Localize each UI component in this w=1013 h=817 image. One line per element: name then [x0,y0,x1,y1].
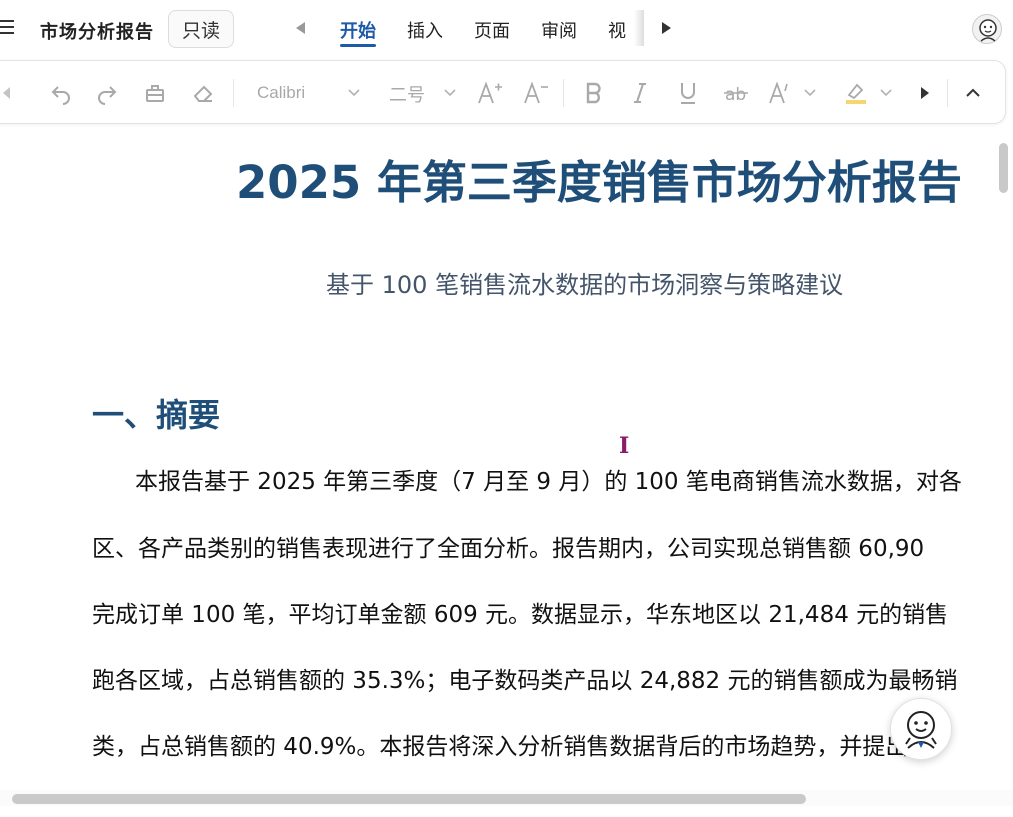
horizontal-scrollbar[interactable] [12,794,806,804]
ribbon-tabs: 开始 插入 页面 审阅 视 [340,0,642,58]
avatar[interactable] [972,14,1002,44]
italic-icon[interactable] [625,61,655,125]
tab-review[interactable]: 审阅 [541,0,577,58]
paragraph-line: 本报告基于 2025 年第三季度（7 月至 9 月）的 100 笔电商销售流水数… [135,469,962,495]
section-title-summary: 一、摘要 [92,396,221,434]
toolbar-scroll-left-icon[interactable] [0,61,15,125]
tabs-scroll-right-icon[interactable] [662,22,671,34]
font-name-chevron-down-icon[interactable] [347,61,361,125]
strikethrough-icon[interactable]: ab [721,61,751,125]
text-cursor-icon: I [619,433,630,459]
format-painter-icon[interactable] [139,61,171,125]
vertical-scrollbar[interactable] [999,143,1008,193]
assistant-mascot-icon [905,711,937,749]
font-size-chevron-down-icon[interactable] [443,61,457,125]
eraser-icon[interactable] [187,61,219,125]
menu-icon[interactable] [0,18,16,38]
tabs-scroll-left-icon[interactable] [296,22,305,34]
font-size-select[interactable]: 二号 [389,81,425,107]
text-effect-icon[interactable] [767,61,793,125]
text-effect-chevron-down-icon[interactable] [803,61,817,125]
formatting-toolbar: Calibri 二号 ab [0,60,1006,124]
toolbar-separator [233,79,234,107]
tab-page[interactable]: 页面 [474,0,510,58]
paragraph-line: 区、各产品类别的销售表现进行了全面分析。报告期内，公司实现总销售额 60,90 [92,536,925,562]
document-canvas[interactable]: 2025 年第三季度销售市场分析报告 基于 100 笔销售流水数据的市场洞察与策… [0,128,1000,788]
more-icon[interactable] [917,61,933,125]
top-bar: 市场分析报告 只读 开始 插入 页面 审阅 视 [0,0,1013,58]
toolbar-separator [563,79,564,107]
underline-icon[interactable] [673,61,703,125]
font-name-select[interactable]: Calibri [257,83,305,103]
tab-view[interactable]: 视 [608,0,626,58]
paragraph-line: 类，占总销售额的 40.9%。本报告将深入分析销售数据背后的市场趋势，并提出针 [92,734,932,760]
decrease-font-icon[interactable] [521,61,551,125]
document-title: 市场分析报告 [40,22,154,43]
redo-icon[interactable] [91,61,123,125]
assistant-button[interactable] [890,698,952,760]
paragraph-line: 跑各区域，占总销售额的 35.3%；电子数码类产品以 24,882 元的销售额成… [92,668,958,694]
tab-insert[interactable]: 插入 [407,0,443,58]
highlight-chevron-down-icon[interactable] [879,61,893,125]
document-heading: 2025 年第三季度销售市场分析报告 [236,156,962,209]
document-subtitle: 基于 100 笔销售流水数据的市场洞察与策略建议 [326,271,844,299]
increase-font-icon[interactable] [475,61,505,125]
tab-home[interactable]: 开始 [340,0,376,58]
bold-icon[interactable] [579,61,609,125]
toolbar-separator [947,79,948,107]
highlight-icon[interactable] [841,61,871,125]
readonly-badge[interactable]: 只读 [168,10,234,48]
collapse-icon[interactable] [963,61,983,125]
paragraph-line: 完成订单 100 笔，平均订单金额 609 元。数据显示，华东地区以 21,48… [92,602,949,628]
undo-icon[interactable] [45,61,77,125]
tabs-fade [634,10,644,46]
svg-text:ab: ab [725,85,746,104]
